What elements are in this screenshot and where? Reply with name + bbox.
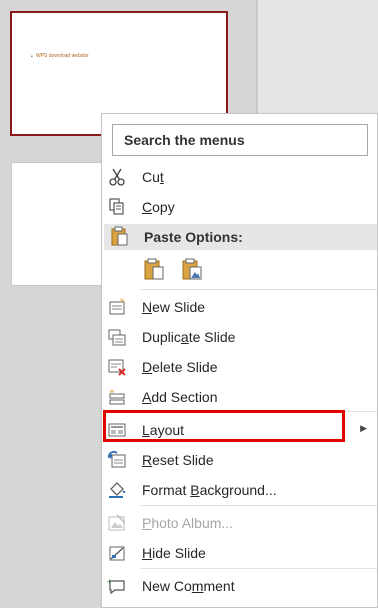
menu-item-label: Copy (142, 199, 175, 215)
copy-icon (109, 198, 124, 215)
add-section-icon: ✳ (109, 388, 125, 405)
menu-separator (140, 568, 377, 569)
menu-separator (140, 505, 377, 506)
scissors-icon (109, 168, 125, 186)
menu-item-label: New Comment (142, 578, 235, 594)
menu-item-format-background[interactable]: Format Background... (102, 475, 377, 505)
svg-text:✳: ✳ (119, 297, 125, 305)
menu-item-duplicate-slide[interactable]: Duplicate Slide (102, 322, 377, 352)
reset-slide-icon (108, 451, 126, 468)
svg-text:✳: ✳ (109, 388, 115, 396)
menu-item-cut[interactable]: Cut (102, 162, 377, 192)
menu-item-label: New Slide (142, 299, 206, 315)
menu-item-label: Cut (142, 169, 164, 185)
menu-item-label: Add Section (142, 389, 218, 405)
menu-item-label: Hide Slide (142, 545, 206, 561)
bullet: • (31, 54, 33, 60)
menu-item-label: Photo Album... (142, 515, 234, 531)
hide-slide-icon (109, 546, 125, 561)
layout-highlight-box (103, 410, 345, 442)
menu-separator (140, 289, 377, 290)
search-menus-input[interactable]: Search the menus (112, 124, 368, 156)
menu-item-hide-slide[interactable]: Hide Slide (102, 538, 377, 568)
paste-options-header: Paste Options: (104, 224, 377, 250)
paste-keep-formatting-icon[interactable] (142, 257, 166, 281)
svg-text:+: + (107, 577, 112, 586)
menu-item-new-comment[interactable]: + New Comment (102, 571, 377, 601)
menu-item-label: Duplicate Slide (142, 329, 236, 345)
menu-item-label: Reset Slide (142, 452, 214, 468)
comment-icon: + (107, 577, 125, 595)
menu-item-photo-album[interactable]: Photo Album... (102, 508, 377, 538)
submenu-arrow-icon: ▶ (360, 423, 367, 433)
paint-bucket-icon (109, 482, 126, 498)
menu-item-delete-slide[interactable]: Delete Slide (102, 352, 377, 382)
paste-options-label: Paste Options: (144, 229, 243, 245)
paste-options-row (142, 257, 212, 283)
menu-item-new-slide[interactable]: ✳ New Slide (102, 292, 377, 322)
menu-item-reset-slide[interactable]: Reset Slide (102, 445, 377, 475)
menu-item-copy[interactable]: Copy (102, 192, 377, 222)
menu-item-add-section[interactable]: ✳ Add Section (102, 382, 377, 412)
menu-item-label: Format Background... (142, 482, 277, 498)
clipboard-icon (111, 226, 128, 246)
photo-album-icon (108, 514, 126, 531)
context-menu: Search the menus Cut Copy Paste Options: (101, 113, 378, 608)
delete-slide-icon (108, 359, 126, 376)
menu-item-label: Delete Slide (142, 359, 218, 375)
slide-link-text: WPS download website (36, 53, 89, 59)
new-slide-icon: ✳ (109, 297, 125, 315)
paste-as-picture-icon[interactable] (180, 257, 204, 281)
duplicate-slide-icon (108, 329, 126, 346)
